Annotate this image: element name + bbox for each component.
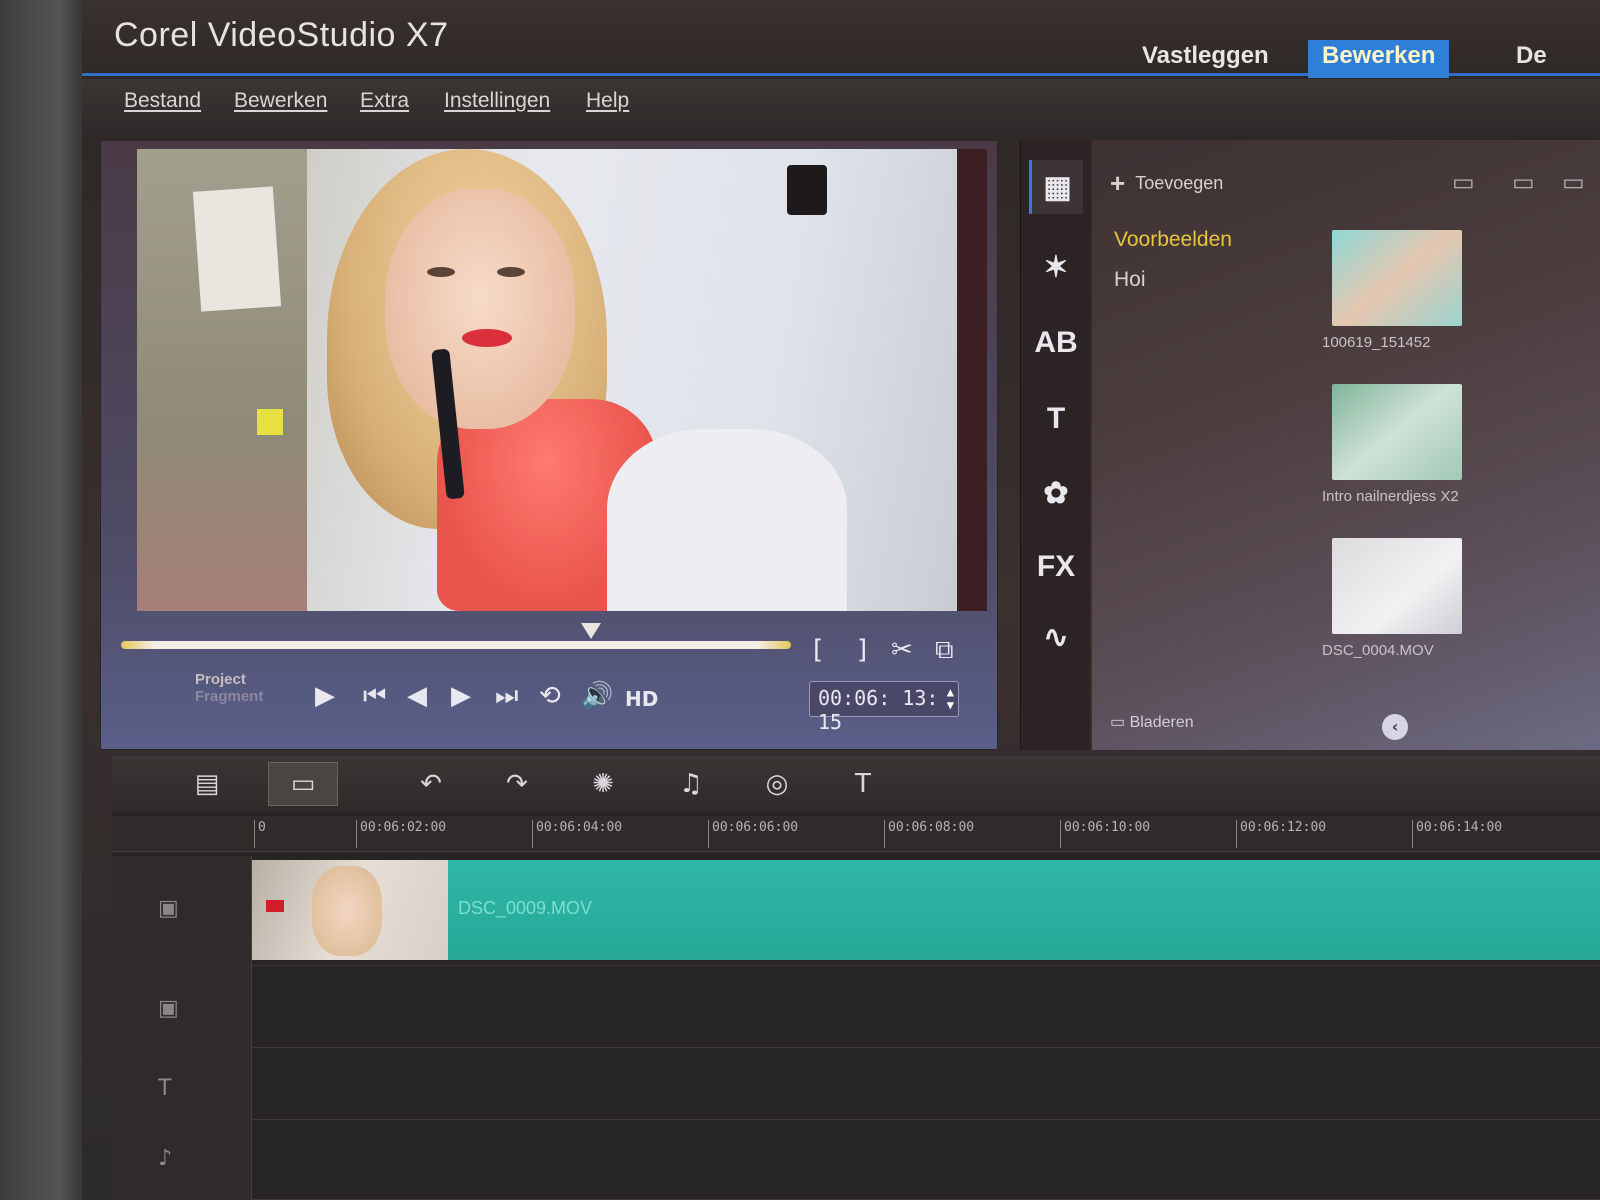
browse-icon: ▭ bbox=[1110, 714, 1126, 731]
mode-project[interactable]: Project bbox=[195, 671, 263, 688]
photo-filter-icon[interactable]: ▭ bbox=[1512, 168, 1535, 196]
timecode-stepper-icon[interactable]: ▲ ▼ bbox=[947, 686, 954, 712]
video-thumbnail bbox=[1332, 538, 1462, 634]
preview-panel: [ ] ✂ ⧉ Project Fragment ▶ ⏮ ◀ ▶ ⏭ ⟲ 🔊 H… bbox=[100, 140, 998, 750]
library-item[interactable]: Intro nailnerdjess X2 bbox=[1322, 384, 1462, 524]
app-window: Corel VideoStudio X7 Vastleggen Bewerken… bbox=[82, 0, 1600, 1200]
menu-instellingen[interactable]: Instellingen bbox=[444, 89, 550, 113]
path-icon[interactable]: ∿ bbox=[1029, 610, 1083, 664]
previous-frame-icon[interactable]: ◀ bbox=[407, 681, 427, 711]
clip-name: DSC_0009.MOV bbox=[458, 898, 593, 918]
preview-mode-switch[interactable]: Project Fragment bbox=[195, 671, 263, 705]
timeline-toolbar: ▤ ▭ ↶ ↷ ✺ ♫ ◎ T bbox=[112, 756, 1600, 812]
library-item[interactable]: DSC_0004.MOV bbox=[1322, 538, 1462, 678]
auto-music-icon[interactable]: ◎ bbox=[742, 762, 812, 806]
library-toolbar: + Toevoegen ▭ ▭ ▭ bbox=[1092, 160, 1600, 210]
graphic-icon[interactable]: ✿ bbox=[1029, 466, 1083, 520]
ruler-tick: 0 bbox=[254, 820, 266, 848]
menu-help[interactable]: Help bbox=[586, 89, 629, 113]
video-thumbnail bbox=[1332, 230, 1462, 326]
title-icon[interactable]: T bbox=[1029, 392, 1083, 446]
storyboard-view-icon[interactable]: ▤ bbox=[172, 762, 242, 806]
ruler-tick: 00:06:04:00 bbox=[532, 820, 622, 848]
go-to-start-icon[interactable]: ⏮ bbox=[363, 681, 386, 712]
enlarge-preview-icon[interactable]: ⧉ bbox=[935, 635, 954, 666]
next-frame-icon[interactable]: ▶ bbox=[451, 681, 471, 711]
record-capture-icon[interactable]: ✺ bbox=[568, 762, 638, 806]
video-preview bbox=[137, 149, 957, 611]
scrubber-handle[interactable] bbox=[581, 623, 601, 639]
instant-project-icon[interactable]: ✶ bbox=[1029, 240, 1083, 294]
library-item-caption: DSC_0004.MOV bbox=[1322, 642, 1434, 659]
volume-icon[interactable]: 🔊 bbox=[581, 681, 613, 711]
library-item-caption: Intro nailnerdjess X2 bbox=[1322, 488, 1459, 505]
video-thumbnail bbox=[1332, 384, 1462, 480]
ruler-tick: 00:06:06:00 bbox=[708, 820, 798, 848]
library-panel: + Toevoegen ▭ ▭ ▭ Voorbeelden Hoi 100619_… bbox=[1092, 140, 1600, 750]
ruler-tick: 00:06:02:00 bbox=[356, 820, 446, 848]
ruler-tick: 00:06:12:00 bbox=[1236, 820, 1326, 848]
hd-preview-button[interactable]: HD bbox=[625, 687, 658, 711]
library-thumbnails: 100619_151452 Intro nailnerdjess X2 DSC_… bbox=[1322, 230, 1472, 692]
mark-in-button[interactable]: [ bbox=[813, 635, 823, 665]
menu-bar: Bestand Bewerken Extra Instellingen Help bbox=[82, 79, 1600, 133]
folder-voorbeelden[interactable]: Voorbeelden bbox=[1092, 220, 1312, 260]
menu-bestand[interactable]: Bestand bbox=[124, 89, 201, 113]
timecode-field[interactable]: 00:06: 13: 15 ▲ ▼ bbox=[809, 681, 959, 734]
video-clip[interactable]: DSC_0009.MOV bbox=[448, 860, 1600, 960]
go-to-end-icon[interactable]: ⏭ bbox=[495, 681, 518, 712]
sound-mixer-icon[interactable]: ♫ bbox=[656, 762, 726, 806]
plus-icon: + bbox=[1110, 168, 1126, 198]
play-icon[interactable]: ▶ bbox=[315, 681, 335, 711]
repeat-icon[interactable]: ⟲ bbox=[539, 681, 561, 711]
undo-icon[interactable]: ↶ bbox=[396, 762, 466, 806]
library-folder-list: Voorbeelden Hoi bbox=[1092, 220, 1312, 300]
redo-icon[interactable]: ↷ bbox=[482, 762, 552, 806]
mark-out-button[interactable]: ] bbox=[857, 635, 867, 665]
timecode-value: 00:06: 13: 15 bbox=[818, 686, 939, 734]
audio-filter-icon[interactable]: ▭ bbox=[1562, 168, 1585, 196]
overlay-track[interactable] bbox=[252, 968, 1600, 1048]
timeline-view-icon[interactable]: ▭ bbox=[268, 762, 338, 806]
title-bar: Corel VideoStudio X7 Vastleggen Bewerken… bbox=[82, 0, 1600, 78]
overlay-track-icon[interactable]: ▣ bbox=[158, 996, 179, 1021]
title-track-icon[interactable]: T bbox=[158, 1076, 171, 1101]
voice-track-icon[interactable]: ♪ bbox=[158, 1146, 172, 1171]
ruler-tick: 00:06:08:00 bbox=[884, 820, 974, 848]
track-headers: ▣ ▣ T ♪ bbox=[112, 856, 252, 1200]
title-track[interactable] bbox=[252, 1050, 1600, 1120]
app-title: Corel VideoStudio X7 bbox=[114, 16, 449, 54]
video-track: DSC_0009.MOV bbox=[252, 856, 1600, 966]
menu-extra[interactable]: Extra bbox=[360, 89, 409, 113]
browse-button[interactable]: ▭ Bladeren bbox=[1110, 712, 1194, 732]
split-clip-icon[interactable]: ✂ bbox=[891, 635, 913, 665]
tab-vastleggen[interactable]: Vastleggen bbox=[1128, 40, 1283, 78]
folder-icon[interactable]: ▭ bbox=[1452, 168, 1475, 196]
mode-fragment[interactable]: Fragment bbox=[195, 688, 263, 705]
filter-icon[interactable]: FX bbox=[1029, 540, 1083, 594]
voice-track[interactable] bbox=[252, 1122, 1600, 1200]
preview-scrubber[interactable] bbox=[121, 641, 791, 649]
tab-bewerken[interactable]: Bewerken bbox=[1308, 40, 1450, 78]
library-category-bar: ▦ ✶ AB T ✿ FX ∿ bbox=[1020, 140, 1090, 750]
add-folder-button[interactable]: + Toevoegen bbox=[1110, 168, 1223, 199]
folder-hoi[interactable]: Hoi bbox=[1092, 260, 1312, 300]
menu-bewerken[interactable]: Bewerken bbox=[234, 89, 327, 113]
media-icon[interactable]: ▦ bbox=[1029, 160, 1083, 214]
video-track-icon[interactable]: ▣ bbox=[158, 896, 179, 921]
timeline-panel: ▤ ▭ ↶ ↷ ✺ ♫ ◎ T 0 00:06:02:00 00:06:04:0… bbox=[112, 756, 1600, 1200]
library-item-caption: 100619_151452 bbox=[1322, 334, 1431, 351]
collapse-library-icon[interactable]: ‹ bbox=[1382, 714, 1408, 740]
library-item[interactable]: 100619_151452 bbox=[1322, 230, 1462, 370]
clip-thumbnail[interactable] bbox=[252, 860, 448, 960]
tab-delen[interactable]: De bbox=[1502, 40, 1561, 78]
subtitle-editor-icon[interactable]: T bbox=[828, 762, 898, 806]
timeline-ruler[interactable]: 0 00:06:02:00 00:06:04:00 00:06:06:00 00… bbox=[112, 816, 1600, 852]
ruler-tick: 00:06:14:00 bbox=[1412, 820, 1502, 848]
transition-icon[interactable]: AB bbox=[1029, 316, 1083, 370]
ruler-tick: 00:06:10:00 bbox=[1060, 820, 1150, 848]
